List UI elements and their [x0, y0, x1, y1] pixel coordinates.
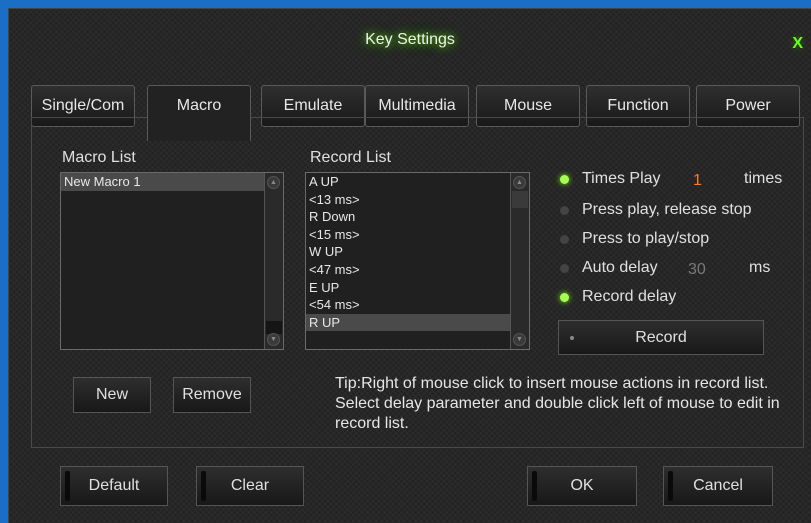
button-led-icon — [532, 471, 537, 501]
button-led-icon — [668, 471, 673, 501]
tab-macro[interactable]: Macro — [147, 85, 251, 141]
cancel-button[interactable]: Cancel — [663, 466, 773, 506]
default-button[interactable]: Default — [60, 466, 168, 506]
macro-panel — [31, 117, 804, 448]
close-icon[interactable]: X — [792, 35, 803, 53]
clear-button[interactable]: Clear — [196, 466, 304, 506]
cancel-button-label: Cancel — [693, 477, 743, 494]
ok-button[interactable]: OK — [527, 466, 637, 506]
button-led-icon — [201, 471, 206, 501]
window-title: Key Settings — [365, 31, 455, 48]
default-button-label: Default — [88, 477, 140, 494]
ok-button-label: OK — [570, 477, 594, 494]
button-led-icon — [65, 471, 70, 501]
clear-button-label: Clear — [230, 477, 270, 494]
